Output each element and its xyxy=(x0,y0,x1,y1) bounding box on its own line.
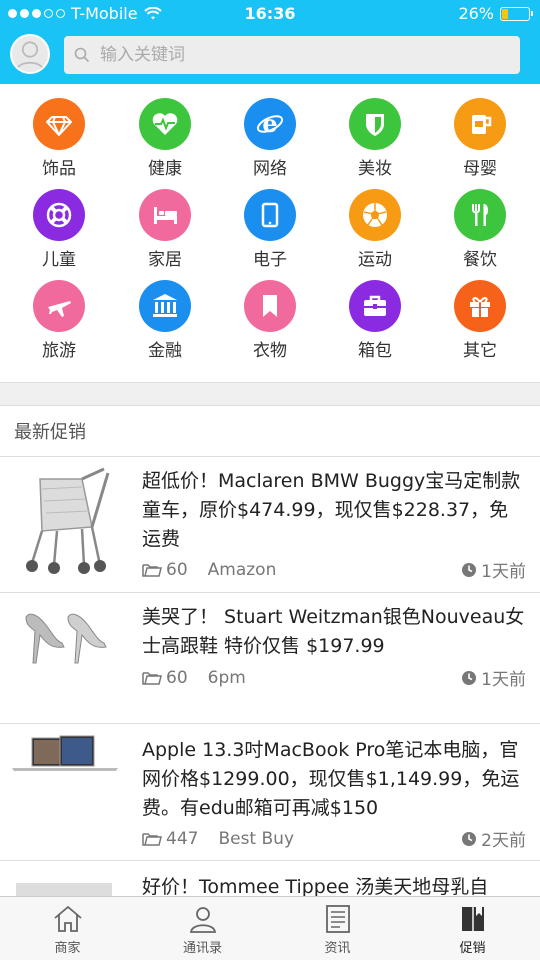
gift-icon xyxy=(454,280,506,332)
category-beauty[interactable]: 美妆 xyxy=(321,84,429,179)
diamond-icon xyxy=(33,98,85,150)
svg-text:e: e xyxy=(262,109,277,138)
deal-title: Apple 13.3吋MacBook Pro笔记本电脑，官网价格$1299.00… xyxy=(142,739,520,819)
avatar[interactable] xyxy=(10,34,50,74)
clock-icon xyxy=(462,562,477,577)
category-jewelry[interactable]: 饰品 xyxy=(5,84,113,179)
tab-promotions[interactable]: 促销 xyxy=(405,897,540,960)
bed-icon xyxy=(139,189,191,241)
briefcase-icon xyxy=(349,280,401,332)
category-label: 衣物 xyxy=(253,341,287,361)
section-title: 最新促销 xyxy=(14,422,86,443)
deal-time: 1天前 xyxy=(481,562,526,582)
category-dining[interactable]: 餐饮 xyxy=(426,175,534,270)
clock-icon xyxy=(462,831,477,846)
high-heels-image xyxy=(12,603,118,673)
category-label: 箱包 xyxy=(358,341,392,361)
battery-icon xyxy=(500,6,533,21)
search-box[interactable] xyxy=(64,36,520,74)
bookmark-icon xyxy=(244,280,296,332)
deal-title: 超低价！Maclaren BMW Buggy宝马定制款童车，原价$474.99，… xyxy=(142,470,521,550)
category-clothing[interactable]: 衣物 xyxy=(216,266,324,361)
category-kids[interactable]: 儿童 xyxy=(5,175,113,270)
cup-icon xyxy=(454,98,506,150)
deal-meta: 447 Best Buy 2天前 xyxy=(142,826,526,851)
category-finance[interactable]: 金融 xyxy=(111,266,219,361)
category-bags[interactable]: 箱包 xyxy=(321,266,429,361)
deal-meta: 60 Amazon 1天前 xyxy=(142,557,526,582)
deal-item[interactable]: 美哭了！ Stuart Weitzman银色Nouveau女士高跟鞋 特价仅售 … xyxy=(0,593,540,724)
search-icon xyxy=(74,47,90,63)
deal-time: 1天前 xyxy=(481,670,526,690)
laptop-image xyxy=(12,734,118,774)
search-input[interactable] xyxy=(100,45,480,65)
category-health[interactable]: 健康 xyxy=(111,84,219,179)
tab-bar: 商家 通讯录 资讯 促销 xyxy=(0,896,540,960)
tab-label: 商家 xyxy=(54,941,81,956)
deal-store: Best Buy xyxy=(218,828,294,849)
contacts-icon xyxy=(189,907,216,933)
category-label: 金融 xyxy=(148,341,182,361)
tablet-icon xyxy=(244,189,296,241)
category-travel[interactable]: 旅游 xyxy=(5,266,113,361)
deal-time: 2天前 xyxy=(481,831,526,851)
book-icon xyxy=(461,907,484,931)
product-image xyxy=(12,877,118,897)
deal-title: 美哭了！ Stuart Weitzman银色Nouveau女士高跟鞋 特价仅售 … xyxy=(142,606,525,657)
deal-store: 6pm xyxy=(207,667,246,688)
ie-icon: e xyxy=(244,98,296,150)
deal-item[interactable]: 好价！Tommee Tippee 汤美天地母乳自 xyxy=(0,861,540,901)
tab-label: 资讯 xyxy=(324,941,351,956)
tab-merchants[interactable]: 商家 xyxy=(0,897,135,960)
category-electronics[interactable]: 电子 xyxy=(216,175,324,270)
category-home[interactable]: 家居 xyxy=(111,175,219,270)
category-label: 其它 xyxy=(463,341,497,361)
tab-contacts[interactable]: 通讯录 xyxy=(135,897,270,960)
plane-icon xyxy=(33,280,85,332)
deal-item[interactable]: 超低价！Maclaren BMW Buggy宝马定制款童车，原价$474.99，… xyxy=(0,457,540,593)
deal-count: 447 xyxy=(166,828,199,849)
stroller-image xyxy=(12,467,118,579)
category-baby[interactable]: 母婴 xyxy=(426,84,534,179)
status-bar: T-Mobile 16:36 26% xyxy=(0,0,540,28)
tab-label: 促销 xyxy=(459,941,486,956)
category-others[interactable]: 其它 xyxy=(426,266,534,361)
home-icon xyxy=(53,905,82,932)
battery-label: 26% xyxy=(458,4,494,23)
section-divider xyxy=(0,382,540,406)
soccer-icon xyxy=(349,189,401,241)
tab-news[interactable]: 资讯 xyxy=(270,897,405,960)
folder-icon xyxy=(142,832,162,846)
tab-label: 通讯录 xyxy=(182,941,222,956)
folder-icon xyxy=(142,563,162,577)
category-network[interactable]: e 网络 xyxy=(216,84,324,179)
bank-icon xyxy=(139,280,191,332)
category-sports[interactable]: 运动 xyxy=(321,175,429,270)
shield-icon xyxy=(349,98,401,150)
category-grid: 饰品 健康 e 网络 美妆 母婴 儿童 家居 电子 运动 餐饮 旅游 金融 衣物… xyxy=(0,84,540,384)
deal-count: 60 xyxy=(166,559,188,580)
deal-meta: 60 6pm 1天前 xyxy=(142,665,526,690)
clock-icon xyxy=(462,670,477,685)
folder-icon xyxy=(142,671,162,685)
deal-item[interactable]: Apple 13.3吋MacBook Pro笔记本电脑，官网价格$1299.00… xyxy=(0,724,540,861)
deal-count: 60 xyxy=(166,667,188,688)
news-icon xyxy=(325,905,350,933)
heartbeat-icon xyxy=(139,98,191,150)
category-label: 旅游 xyxy=(42,341,76,361)
deal-store: Amazon xyxy=(207,559,277,580)
cutlery-icon xyxy=(454,189,506,241)
lifebuoy-icon xyxy=(33,189,85,241)
user-icon xyxy=(15,41,45,71)
header-bar: T-Mobile 16:36 26% xyxy=(0,0,540,84)
